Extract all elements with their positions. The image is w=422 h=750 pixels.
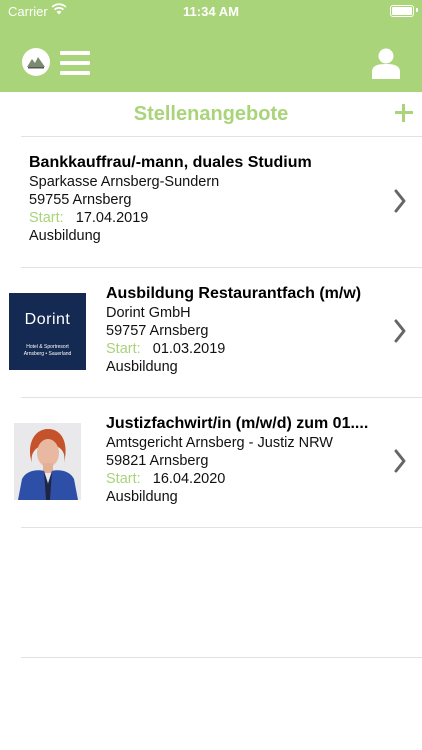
job-title: Bankkauffrau/-mann, duales Studium <box>29 154 312 171</box>
job-details: Ausbildung Restaurantfach (m/w) Dorint G… <box>106 284 388 376</box>
person-photo-icon <box>14 423 81 500</box>
user-profile-icon[interactable] <box>372 47 400 79</box>
job-start: Start: 01.03.2019 <box>106 340 388 358</box>
start-date: 01.03.2019 <box>152 341 226 357</box>
job-location: 59755 Arnsberg <box>29 192 132 208</box>
dorint-logo-text: Dorint <box>24 311 71 328</box>
job-title: Ausbildung Restaurantfach (m/w) <box>106 285 362 302</box>
job-type: Ausbildung <box>106 359 178 375</box>
divider <box>21 657 422 658</box>
add-plus-icon[interactable] <box>392 101 416 125</box>
chevron-right-icon <box>394 319 406 343</box>
job-title: Justizfachwirt/in (m/w/d) zum 01.... <box>106 415 369 432</box>
status-bar: Carrier 11:34 AM <box>0 0 422 22</box>
dorint-logo-subtitle: Hotel & Sportresort Arnsberg • Sauerland <box>23 344 72 357</box>
chevron-right-icon <box>394 449 406 473</box>
job-company: Sparkasse Arnsberg-Sundern <box>29 174 220 190</box>
job-start: Start: 17.04.2019 <box>29 209 384 227</box>
job-type: Ausbildung <box>29 228 101 244</box>
divider <box>21 527 422 528</box>
start-label: Start: <box>106 341 141 357</box>
job-company: Dorint GmbH <box>106 305 191 321</box>
page-titlebar: Stellenangebote <box>0 92 422 136</box>
job-start: Start: 16.04.2020 <box>106 470 388 488</box>
job-location: 59757 Arnsberg <box>106 323 209 339</box>
start-date: 17.04.2019 <box>75 210 149 226</box>
page-title: Stellenangebote <box>133 103 289 125</box>
app-header: Carrier 11:34 AM <box>0 0 422 92</box>
job-location: 59821 Arnsberg <box>106 453 209 469</box>
job-details: Bankkauffrau/-mann, duales Studium Spark… <box>29 153 384 245</box>
battery-tip <box>416 8 418 12</box>
start-label: Start: <box>29 210 64 226</box>
hamburger-menu-icon[interactable] <box>60 50 90 76</box>
start-label: Start: <box>106 471 141 487</box>
status-time: 11:34 AM <box>183 4 239 19</box>
start-date: 16.04.2020 <box>152 471 226 487</box>
app-logo-icon[interactable] <box>22 48 50 76</box>
company-logo-dorint: Dorint Hotel & Sportresort Arnsberg • Sa… <box>9 293 86 370</box>
battery-icon <box>390 5 414 17</box>
job-details: Justizfachwirt/in (m/w/d) zum 01.... Amt… <box>106 414 388 506</box>
job-type: Ausbildung <box>106 489 178 505</box>
job-company: Amtsgericht Arnsberg - Justiz NRW <box>106 435 333 451</box>
chevron-right-icon <box>394 189 406 213</box>
